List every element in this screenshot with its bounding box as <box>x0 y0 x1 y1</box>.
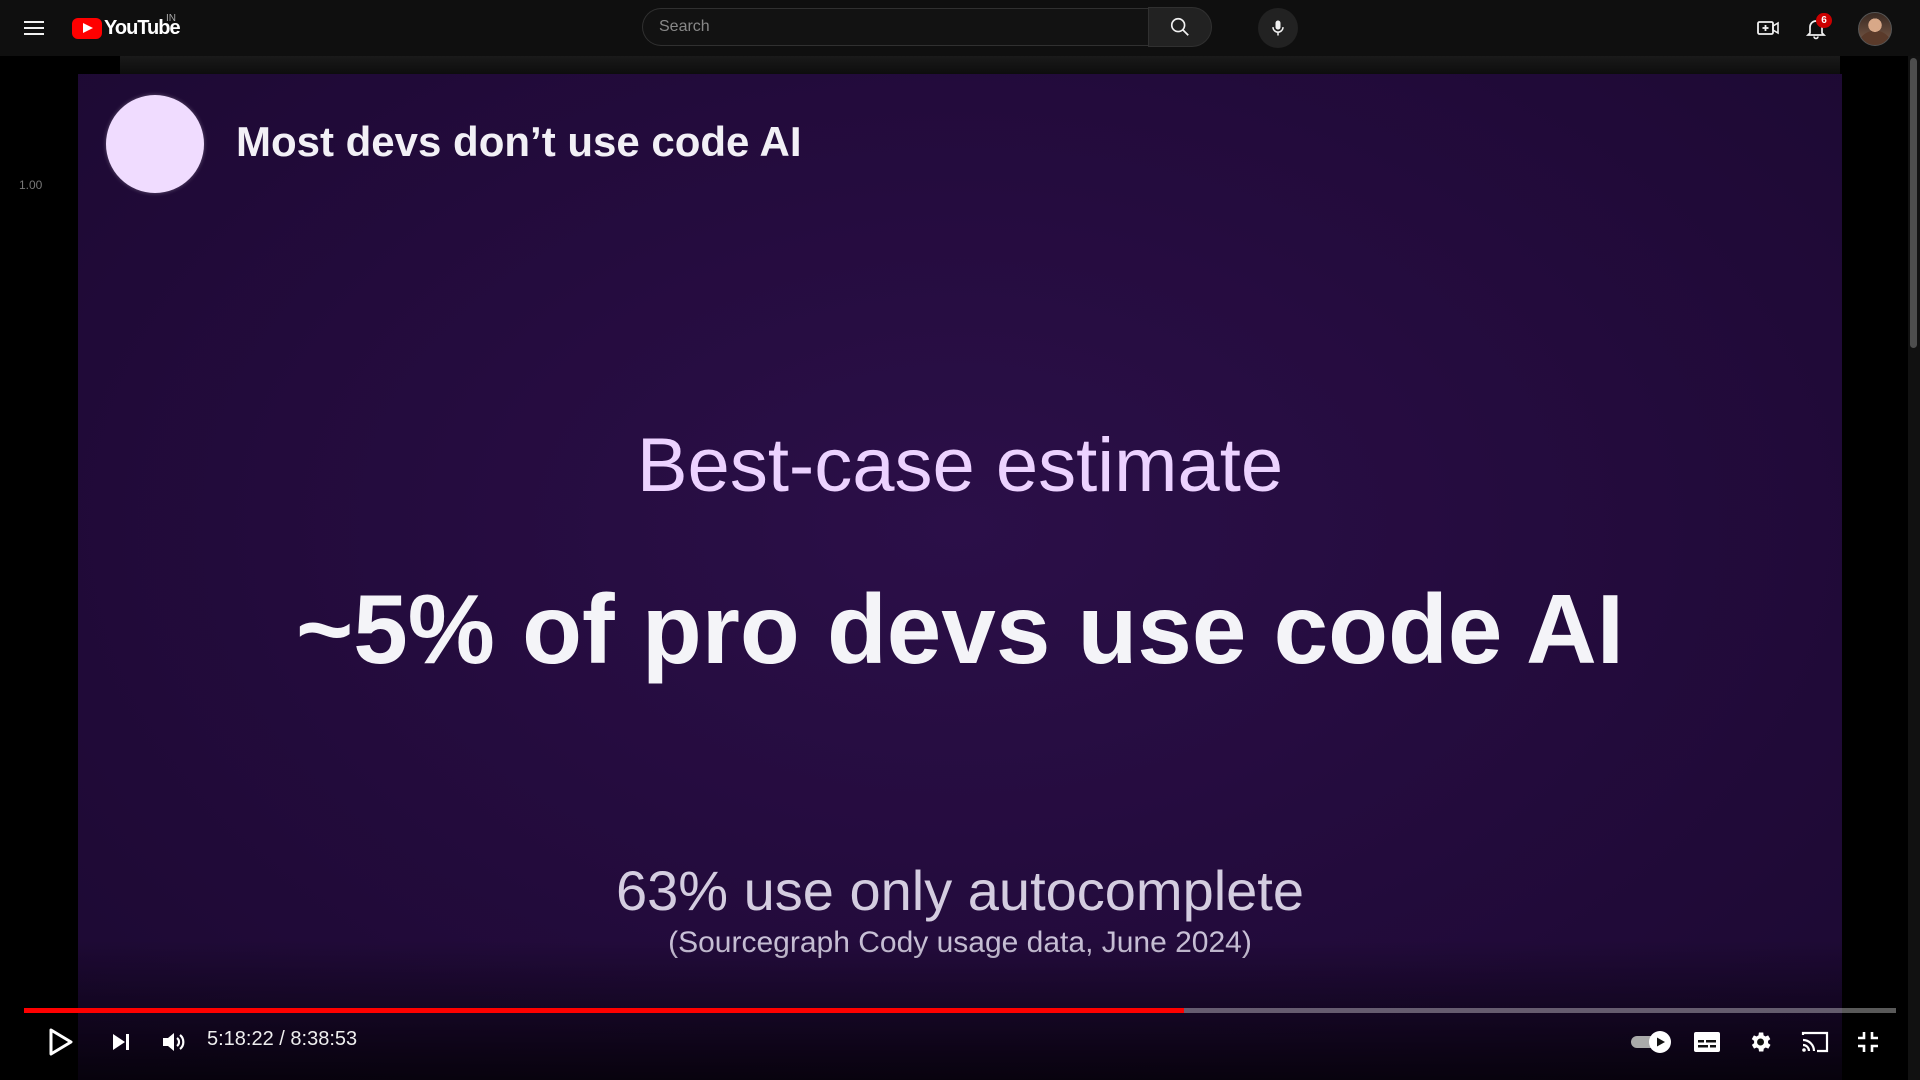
region-code: IN <box>166 13 176 24</box>
search-box <box>642 7 1212 48</box>
voice-search-button[interactable] <box>1258 8 1298 48</box>
play-button[interactable] <box>44 1026 76 1058</box>
autoplay-toggle[interactable] <box>1630 1026 1674 1058</box>
masthead: YouTube IN 6 <box>0 0 1920 56</box>
video-top-strip <box>120 56 1840 74</box>
progress-bar-played <box>24 1008 1184 1013</box>
exit-fullscreen-button[interactable] <box>1852 1026 1884 1058</box>
notification-count-badge: 6 <box>1816 13 1832 28</box>
video-frame-slide[interactable]: Most devs don’t use code AI Best-case es… <box>78 74 1842 1080</box>
progress-bar[interactable] <box>24 1008 1896 1013</box>
cast-button[interactable] <box>1798 1026 1832 1058</box>
hamburger-menu-icon[interactable] <box>22 16 46 40</box>
slide-stat: 63% use only autocomplete <box>616 859 1304 922</box>
next-button[interactable] <box>106 1026 136 1058</box>
cast-icon <box>1801 1031 1829 1053</box>
account-avatar[interactable] <box>1858 12 1892 46</box>
play-icon <box>49 1028 73 1056</box>
search-button[interactable] <box>1148 7 1212 47</box>
create-video-icon <box>1757 21 1779 35</box>
autoplay-toggle-icon <box>1631 1031 1671 1053</box>
subtitles-icon <box>1694 1032 1720 1052</box>
microphone-icon <box>1272 20 1284 36</box>
gear-icon <box>1751 1032 1771 1052</box>
create-button[interactable] <box>1756 16 1780 40</box>
settings-button[interactable] <box>1744 1026 1776 1058</box>
search-input[interactable] <box>642 8 1148 46</box>
notifications-button[interactable]: 6 <box>1804 13 1832 40</box>
slide-subtitle: Best-case estimate <box>636 423 1284 508</box>
subtitles-button[interactable] <box>1690 1026 1724 1058</box>
time-separator: / <box>273 1028 291 1050</box>
slide-headline: ~5% of pro devs use code AI <box>296 574 1624 684</box>
exit-fullscreen-icon <box>1858 1032 1878 1052</box>
mute-button[interactable] <box>158 1026 190 1058</box>
youtube-play-icon <box>72 17 102 39</box>
slide-circle-logo <box>106 95 204 193</box>
side-label: 1.00 <box>19 178 43 192</box>
current-time: 5:18:22 <box>207 1028 274 1050</box>
volume-icon <box>163 1033 185 1051</box>
time-display: 5:18:22 / 8:38:53 <box>207 1028 357 1051</box>
slide-title: Most devs don’t use code AI <box>236 118 802 165</box>
search-icon <box>1170 17 1189 36</box>
youtube-logo[interactable]: YouTube <box>72 17 181 39</box>
duration: 8:38:53 <box>290 1028 358 1050</box>
skip-next-icon <box>113 1034 129 1050</box>
page-scrollbar-thumb[interactable] <box>1910 58 1917 348</box>
